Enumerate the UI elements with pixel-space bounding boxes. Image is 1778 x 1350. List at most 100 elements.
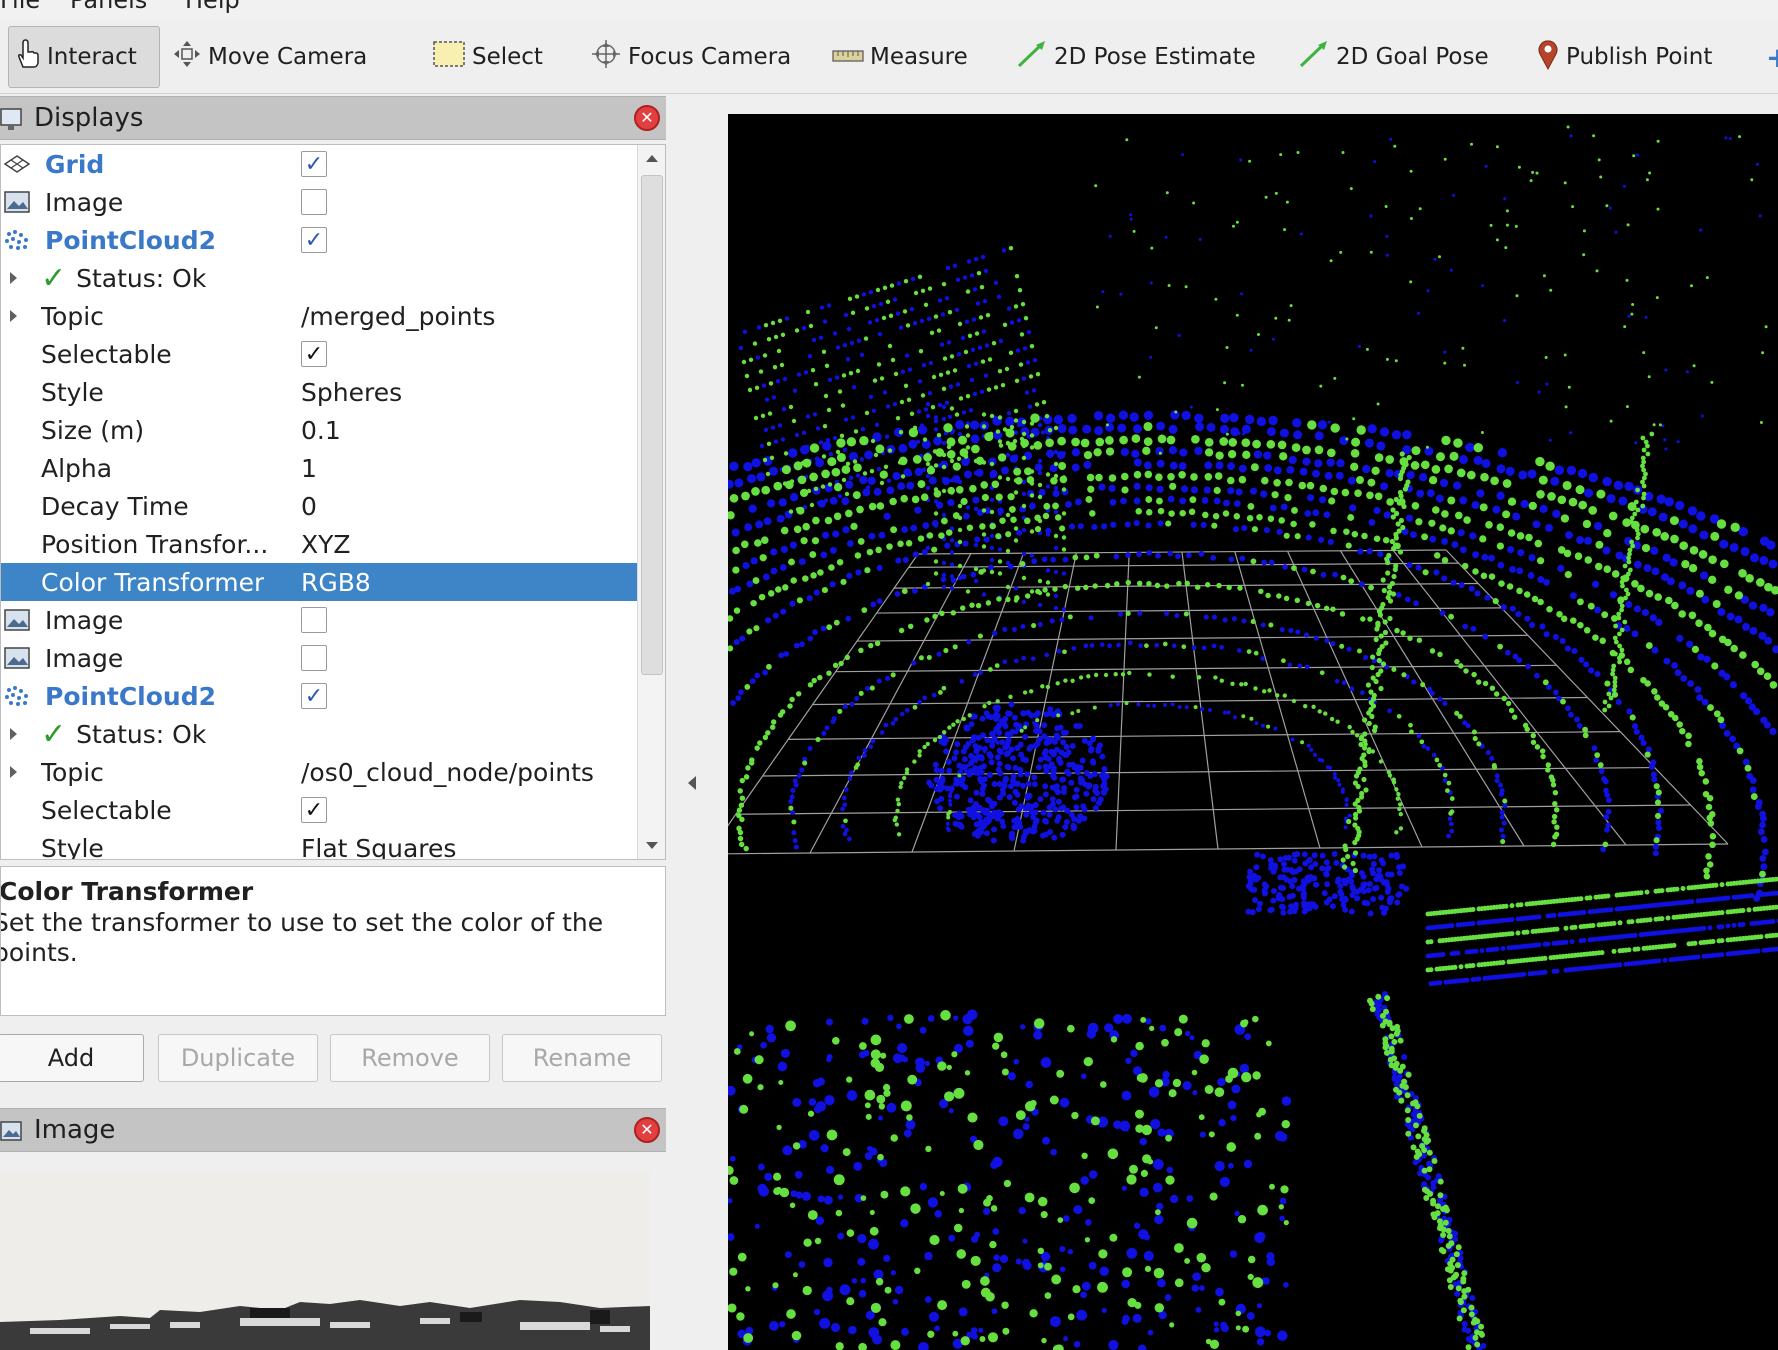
selectable-checkbox[interactable]: ✓: [301, 797, 327, 823]
tree-row-image[interactable]: Image: [1, 601, 637, 639]
scroll-up-icon[interactable]: [646, 155, 658, 162]
menu-panels[interactable]: Panels: [70, 0, 147, 14]
add-tool-button[interactable]: +: [1760, 26, 1778, 88]
tree-row-selectable[interactable]: Selectable ✓: [1, 791, 637, 829]
green-point: [991, 341, 997, 346]
tree-row-position-transformer[interactable]: Position Transfor... XYZ: [1, 525, 637, 563]
tree-row-size[interactable]: Size (m) 0.1: [1, 411, 637, 449]
green-point: [1429, 648, 1436, 654]
3d-render-viewport[interactable]: [728, 114, 1778, 1350]
tree-row-color-transformer[interactable]: Color Transformer RGB8: [1, 563, 637, 601]
blue-point: [1171, 643, 1177, 649]
tree-row-style[interactable]: Style Spheres: [1, 373, 637, 411]
green-point: [1394, 787, 1399, 792]
green-point: [1382, 619, 1388, 625]
enabled-checkbox[interactable]: ✓: [301, 151, 327, 177]
blue-point: [1277, 856, 1284, 863]
tree-row-decay-time[interactable]: Decay Time 0: [1, 487, 637, 525]
select-tool-button[interactable]: Select: [426, 26, 549, 88]
blue-point: [877, 1115, 884, 1121]
tree-value[interactable]: XYZ: [301, 530, 351, 559]
green-point: [765, 471, 771, 477]
goal-pose-tool-button[interactable]: 2D Goal Pose: [1292, 26, 1495, 88]
tree-row-selectable[interactable]: Selectable ✓: [1, 335, 637, 373]
green-point: [1466, 470, 1476, 480]
interact-tool-button[interactable]: Interact: [8, 26, 160, 88]
expand-arrow-icon[interactable]: [10, 272, 17, 284]
collapse-panel-arrow-icon[interactable]: [688, 776, 696, 790]
blue-point: [999, 739, 1006, 746]
green-point: [733, 1048, 741, 1055]
selectable-checkbox[interactable]: ✓: [301, 341, 327, 367]
focus-camera-tool-button[interactable]: Focus Camera: [584, 26, 797, 88]
publish-point-tool-button[interactable]: Publish Point: [1530, 26, 1718, 88]
tree-value[interactable]: /merged_points: [301, 302, 495, 331]
blue-point: [946, 767, 953, 774]
blue-point: [1108, 484, 1116, 493]
tree-value[interactable]: RGB8: [301, 568, 371, 597]
tree-row-image[interactable]: Image: [1, 183, 637, 221]
blue-point: [1678, 581, 1687, 590]
blue-point: [958, 813, 965, 820]
tree-value[interactable]: 0.1: [301, 416, 341, 445]
tree-value[interactable]: 1: [301, 454, 317, 483]
move-camera-tool-button[interactable]: Move Camera: [166, 26, 373, 88]
scrollbar-thumb[interactable]: [641, 175, 663, 675]
expand-arrow-icon[interactable]: [10, 310, 17, 322]
blue-point: [983, 268, 989, 274]
tree-value[interactable]: /os0_cloud_node/points: [301, 758, 594, 787]
tree-value[interactable]: Flat Squares: [301, 834, 456, 860]
remove-button[interactable]: Remove: [330, 1034, 490, 1082]
enabled-checkbox[interactable]: [301, 607, 327, 633]
enabled-checkbox[interactable]: ✓: [301, 683, 327, 709]
green-point: [850, 310, 856, 315]
tree-row-status[interactable]: ✓ Status: Ok: [1, 715, 637, 753]
green-point: [1514, 224, 1518, 228]
pose-estimate-tool-button[interactable]: 2D Pose Estimate: [1010, 26, 1262, 88]
blue-point: [1341, 680, 1347, 686]
blue-point: [812, 412, 818, 417]
green-point: [1399, 451, 1405, 457]
tree-row-grid[interactable]: Grid ✓: [1, 145, 637, 183]
rename-button[interactable]: Rename: [502, 1034, 662, 1082]
tree-row-topic[interactable]: Topic /os0_cloud_node/points: [1, 753, 637, 791]
close-icon[interactable]: ✕: [634, 1117, 660, 1143]
tree-row-pointcloud2[interactable]: PointCloud2 ✓: [1, 221, 637, 259]
duplicate-button[interactable]: Duplicate: [158, 1034, 318, 1082]
tree-row-style[interactable]: Style Flat Squares: [1, 829, 637, 860]
enabled-checkbox[interactable]: [301, 645, 327, 671]
green-point: [1285, 200, 1289, 204]
blue-point: [1401, 1054, 1408, 1060]
blue-point: [1198, 550, 1205, 557]
tree-value[interactable]: 0: [301, 492, 317, 521]
tree-value[interactable]: Spheres: [301, 378, 402, 407]
blue-point: [1501, 820, 1507, 826]
menu-file[interactable]: File: [0, 0, 40, 14]
enabled-checkbox[interactable]: ✓: [301, 227, 327, 253]
close-icon[interactable]: ✕: [634, 105, 660, 131]
tree-row-alpha[interactable]: Alpha 1: [1, 449, 637, 487]
add-button[interactable]: Add: [0, 1034, 144, 1082]
blue-point: [984, 343, 990, 348]
green-point: [965, 445, 971, 450]
blue-point: [1031, 558, 1038, 565]
tree-row-pointcloud2[interactable]: PointCloud2 ✓: [1, 677, 637, 715]
displays-tree[interactable]: Grid ✓ Image PointCloud2 ✓ ✓ Status: Ok …: [0, 144, 666, 860]
tree-row-topic[interactable]: Topic /merged_points: [1, 297, 637, 335]
expand-arrow-icon[interactable]: [10, 766, 17, 778]
blue-point: [1078, 779, 1085, 786]
tree-scrollbar[interactable]: [637, 145, 665, 859]
green-point: [1093, 672, 1099, 678]
green-point: [782, 584, 789, 591]
blue-point: [822, 319, 828, 324]
expand-arrow-icon[interactable]: [10, 728, 17, 740]
measure-tool-button[interactable]: Measure: [826, 26, 974, 88]
tree-row-image[interactable]: Image: [1, 639, 637, 677]
green-point: [1448, 811, 1453, 816]
blue-point: [733, 639, 740, 646]
menu-help[interactable]: Help: [185, 0, 240, 14]
green-point: [762, 734, 769, 741]
scroll-down-icon[interactable]: [646, 842, 658, 849]
enabled-checkbox[interactable]: [301, 189, 327, 215]
tree-row-status[interactable]: ✓ Status: Ok: [1, 259, 637, 297]
